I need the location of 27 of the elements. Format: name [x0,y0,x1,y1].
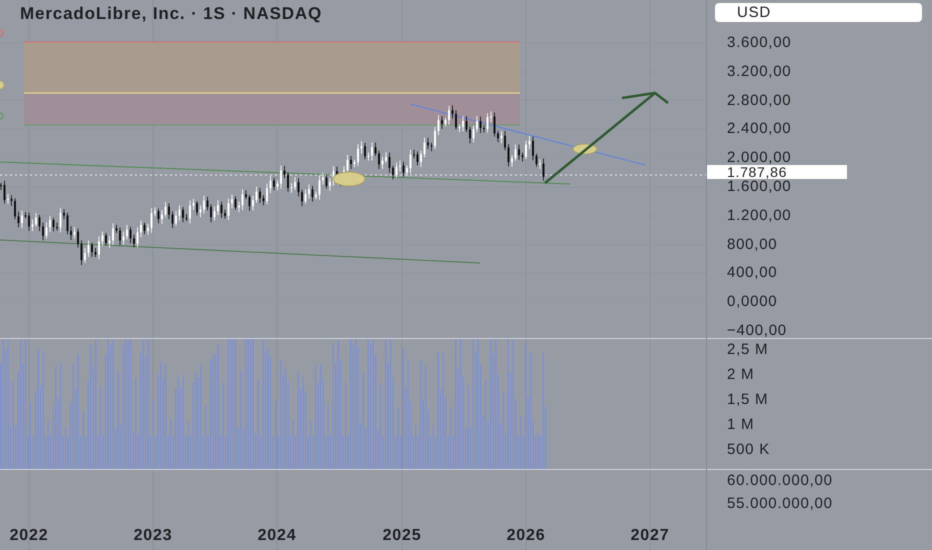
year-label: 2023 [134,526,172,546]
year-label: 2024 [258,526,296,546]
currency-label[interactable]: USD [715,3,922,22]
price-label: 2.400,00 [727,122,792,136]
year-label: 2022 [10,526,48,546]
price-label: 0,0000 [727,295,778,310]
price-label: 3.600,00 [727,36,792,50]
price-label: 800,00 [727,238,778,252]
volume-label: 2,5 M [727,343,770,357]
year-label: 2027 [630,526,670,546]
volume-label: 1,5 M [727,393,770,407]
indicator-label: 55.000.000,00 [727,497,834,511]
chart-title: MercadoLibre, Inc. · 1S · NASDAQ [20,3,322,25]
year-label: 2025 [382,526,422,546]
price-label: 400,00 [727,266,778,280]
year-label: 2026 [506,526,546,546]
volume-label: 1 M [727,418,756,432]
price-label: 2.800,00 [727,94,792,108]
price-label: 3.200,00 [727,64,792,79]
price-label: 1.600,00 [727,180,792,194]
volume-label: 500 K [727,443,771,457]
price-label: 2.000,00 [727,151,792,166]
indicator-label: 60.000.000,00 [727,474,834,488]
price-label: 1.200,00 [727,208,792,223]
volume-label: 2 M [727,368,756,382]
last-price-badge: 1.787,86 [707,165,847,179]
price-label: −400,00 [727,324,788,338]
